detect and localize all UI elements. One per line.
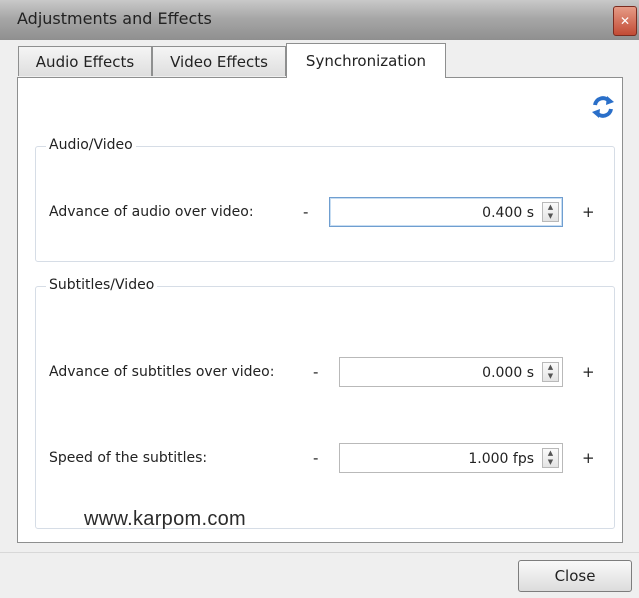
subtitles-advance-spinbox[interactable]: 0.000 s ▲ ▼ bbox=[339, 357, 563, 387]
subtitles-speed-spinbox[interactable]: 1.000 fps ▲ ▼ bbox=[339, 443, 563, 473]
tab-audio-effects[interactable]: Audio Effects bbox=[18, 46, 152, 76]
tab-video-effects[interactable]: Video Effects bbox=[152, 46, 286, 76]
spin-up-arrow-icon[interactable]: ▲ bbox=[543, 363, 558, 372]
subtitles-advance-stepper[interactable]: ▲ ▼ bbox=[542, 362, 559, 382]
subtitles-advance-minus[interactable]: - bbox=[313, 363, 318, 381]
synchronization-panel: Audio/Video Advance of audio over video:… bbox=[17, 77, 623, 543]
audio-advance-plus[interactable]: + bbox=[582, 203, 595, 221]
sync-refresh-icon[interactable] bbox=[590, 94, 616, 120]
spin-up-arrow-icon[interactable]: ▲ bbox=[543, 203, 558, 212]
subtitles-speed-value: 1.000 fps bbox=[468, 451, 534, 467]
audio-advance-label: Advance of audio over video: bbox=[49, 204, 254, 220]
audio-video-group-title: Audio/Video bbox=[46, 137, 136, 153]
subtitles-speed-plus[interactable]: + bbox=[582, 449, 595, 467]
audio-advance-value: 0.400 s bbox=[482, 205, 534, 221]
spin-down-arrow-icon[interactable]: ▼ bbox=[543, 212, 558, 221]
title-bar[interactable]: Adjustments and Effects ✕ bbox=[0, 0, 639, 40]
adjustments-window: Adjustments and Effects ✕ Audio Effects … bbox=[0, 0, 639, 598]
subtitles-video-group-title: Subtitles/Video bbox=[46, 277, 158, 293]
audio-advance-minus[interactable]: - bbox=[303, 203, 308, 221]
watermark-text: www.karpom.com bbox=[84, 508, 247, 530]
subtitles-video-group: Subtitles/Video Advance of subtitles ove… bbox=[35, 277, 615, 529]
subtitles-advance-label: Advance of subtitles over video: bbox=[49, 364, 275, 380]
window-title: Adjustments and Effects bbox=[17, 9, 212, 28]
subtitles-speed-stepper[interactable]: ▲ ▼ bbox=[542, 448, 559, 468]
close-button[interactable]: Close bbox=[518, 560, 632, 592]
subtitles-speed-minus[interactable]: - bbox=[313, 449, 318, 467]
subtitles-advance-value: 0.000 s bbox=[482, 365, 534, 381]
footer-divider bbox=[0, 552, 639, 553]
spin-up-arrow-icon[interactable]: ▲ bbox=[543, 449, 558, 458]
audio-advance-stepper[interactable]: ▲ ▼ bbox=[542, 202, 559, 222]
audio-video-group: Audio/Video Advance of audio over video:… bbox=[35, 137, 615, 262]
close-icon[interactable]: ✕ bbox=[613, 6, 637, 36]
spin-down-arrow-icon[interactable]: ▼ bbox=[543, 372, 558, 381]
subtitles-advance-plus[interactable]: + bbox=[582, 363, 595, 381]
audio-advance-spinbox[interactable]: 0.400 s ▲ ▼ bbox=[329, 197, 563, 227]
subtitles-speed-label: Speed of the subtitles: bbox=[49, 450, 208, 466]
tab-synchronization[interactable]: Synchronization bbox=[286, 43, 446, 78]
spin-down-arrow-icon[interactable]: ▼ bbox=[543, 458, 558, 467]
